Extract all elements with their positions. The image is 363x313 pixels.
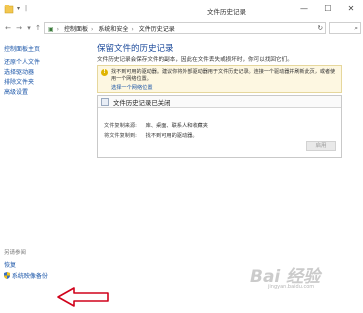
sidebar-item-select-drive[interactable]: 选择驱动器 [4,67,34,76]
status-value: 找不到可用的驱动器。 [145,133,198,139]
breadcrumb-item[interactable]: 系统和安全 [98,26,128,33]
status-title: 文件历史记录已关闭 [113,99,171,107]
title-bar: ▾ | 文件历史记录 — ☐ ✕ [0,0,363,20]
see-also-heading: 另请参阅 [4,250,27,256]
warning-icon: ! [101,69,108,76]
see-also-system-image-backup[interactable]: 系统映像备份 [4,271,48,280]
select-network-location-link[interactable]: 选择一个网络位置 [111,84,153,91]
status-row-copy-to: 将文件复制到: 找不到可用的驱动器。 [104,132,198,139]
file-history-status-icon [101,98,109,106]
watermark-url: jingyan.baidu.com [268,284,315,290]
page-title: 保留文件的历史记录 [97,44,174,54]
annotation-arrow [57,287,109,307]
refresh-icon[interactable]: ↻ [318,24,323,32]
status-label: 文件复制来源: [104,123,137,129]
status-row-copy-from: 文件复制来源: 库、桌面、联系人和收藏夹 [104,122,208,129]
back-button[interactable]: ← [3,23,13,33]
address-bar-row: ← → ▾ ↑ ▣ › 控制面板 › 系统和安全 › 文件历史记录 ↻ ⌕ [0,20,363,36]
maximize-button[interactable]: ☐ [316,0,340,17]
page-description: 文件历史记录会保存文件的副本，因此在文件丢失或损坏时，你可以找回它们。 [97,57,293,63]
status-label: 将文件复制到: [104,133,137,139]
warning-banner: ! 找不到可用的驱动器。建议你将外部驱动器用于文件历史记录。连接一个驱动器并刷新… [97,65,342,93]
status-value: 库、桌面、联系人和收藏夹 [145,123,208,129]
warning-text: 找不到可用的驱动器。建议你将外部驱动器用于文件历史记录。连接一个驱动器并刷新此页… [111,69,336,82]
enable-button[interactable]: 启用 [306,141,336,151]
breadcrumb-item[interactable]: 控制面板 [64,26,88,33]
status-panel-header: 文件历史记录已关闭 [98,96,341,108]
sidebar-item-restore-files[interactable]: 还原个人文件 [4,57,40,66]
search-input[interactable]: ⌕ [329,22,361,34]
close-button[interactable]: ✕ [339,0,363,17]
shield-icon [4,272,10,279]
see-also-recovery[interactable]: 恢复 [4,260,16,269]
breadcrumb-item[interactable]: 文件历史记录 [139,26,175,33]
sidebar-item-control-panel-home[interactable]: 控制面板主页 [4,44,40,53]
forward-button[interactable]: → [14,23,24,33]
sidebar-item-exclude-folders[interactable]: 排除文件夹 [4,77,34,86]
address-bar[interactable]: ▣ › 控制面板 › 系统和安全 › 文件历史记录 ↻ [44,22,326,34]
breadcrumb: ▣ › 控制面板 › 系统和安全 › 文件历史记录 [48,26,175,33]
search-icon: ⌕ [354,24,358,32]
minimize-button[interactable]: — [292,0,316,17]
sidebar-item-advanced-settings[interactable]: 高级设置 [4,87,28,96]
up-button[interactable]: ↑ [33,23,43,33]
sidebar: 控制面板主页 还原个人文件 选择驱动器 排除文件夹 高级设置 另请参阅 恢复 系… [0,36,82,313]
control-panel-icon: ▣ [48,26,54,33]
see-also-label: 系统映像备份 [11,273,48,280]
